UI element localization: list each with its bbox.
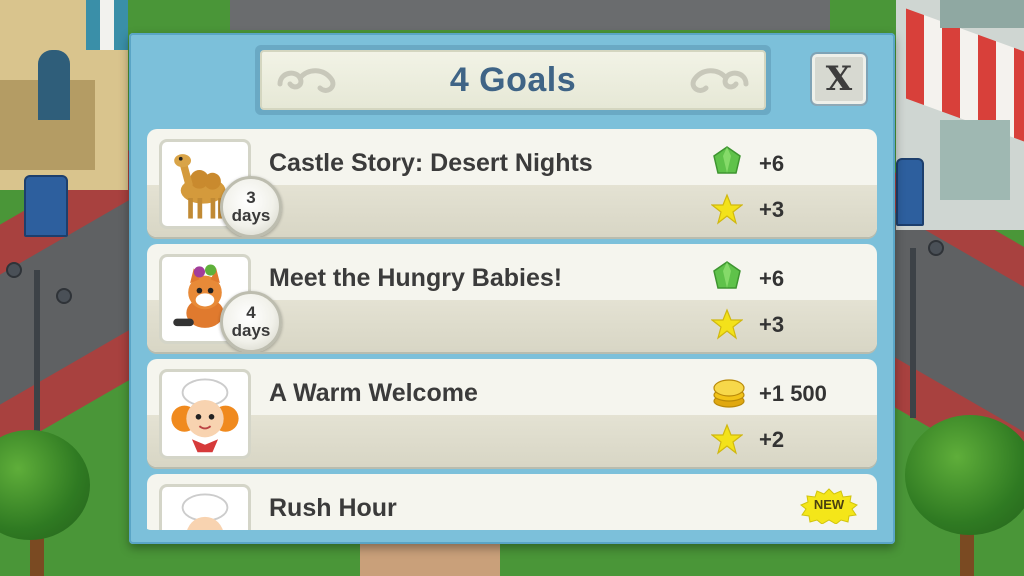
days-remaining-badge: 4 days [220,291,282,352]
reward-coins-value: +1 500 [759,381,827,406]
star-icon [711,308,743,340]
star-icon [711,423,743,455]
swirl-ornament-icon [277,68,336,93]
green-gem-icon [713,261,741,289]
goals-dialog: 4 Goals X 3 days Castle Story: Desert Ni… [129,33,895,544]
mailbox [896,158,924,226]
goal-card[interactable]: Rush Hour NEW [147,474,877,530]
new-badge-label: NEW [813,497,845,512]
swirl-ornament-icon [690,68,749,93]
reward-xp-value: +3 [759,312,785,337]
mailbox [24,175,68,237]
star-icon [711,193,743,225]
goal-title: Meet the Hungry Babies! [269,264,563,292]
chef-girl-portrait [159,369,251,459]
title-banner: 4 Goals [255,45,771,115]
reward-gems-value: +6 [759,151,785,176]
reward-gems-value: +6 [759,266,785,291]
chef-portrait [159,484,251,530]
goal-card[interactable]: 3 days Castle Story: Desert Nights +6 +3 [147,129,877,237]
goal-title: Castle Story: Desert Nights [269,149,593,177]
goal-title: Rush Hour [269,494,397,522]
close-icon: X [825,59,853,99]
gold-coins-icon [713,379,745,408]
close-button[interactable]: X [812,54,866,104]
green-gem-icon [713,146,741,174]
reward-xp-value: +3 [759,197,785,222]
goals-list[interactable]: 3 days Castle Story: Desert Nights +6 +3 [143,125,883,530]
reward-xp-value: +2 [759,427,785,452]
goal-card[interactable]: 4 days Meet the Hungry Babies! +6 +3 [147,244,877,352]
dialog-title: 4 Goals [449,60,577,99]
goal-card[interactable]: A Warm Welcome +1 500 +2 [147,359,877,467]
goal-title: A Warm Welcome [269,379,478,407]
days-remaining-badge: 3 days [220,176,282,237]
tree [905,415,1024,535]
